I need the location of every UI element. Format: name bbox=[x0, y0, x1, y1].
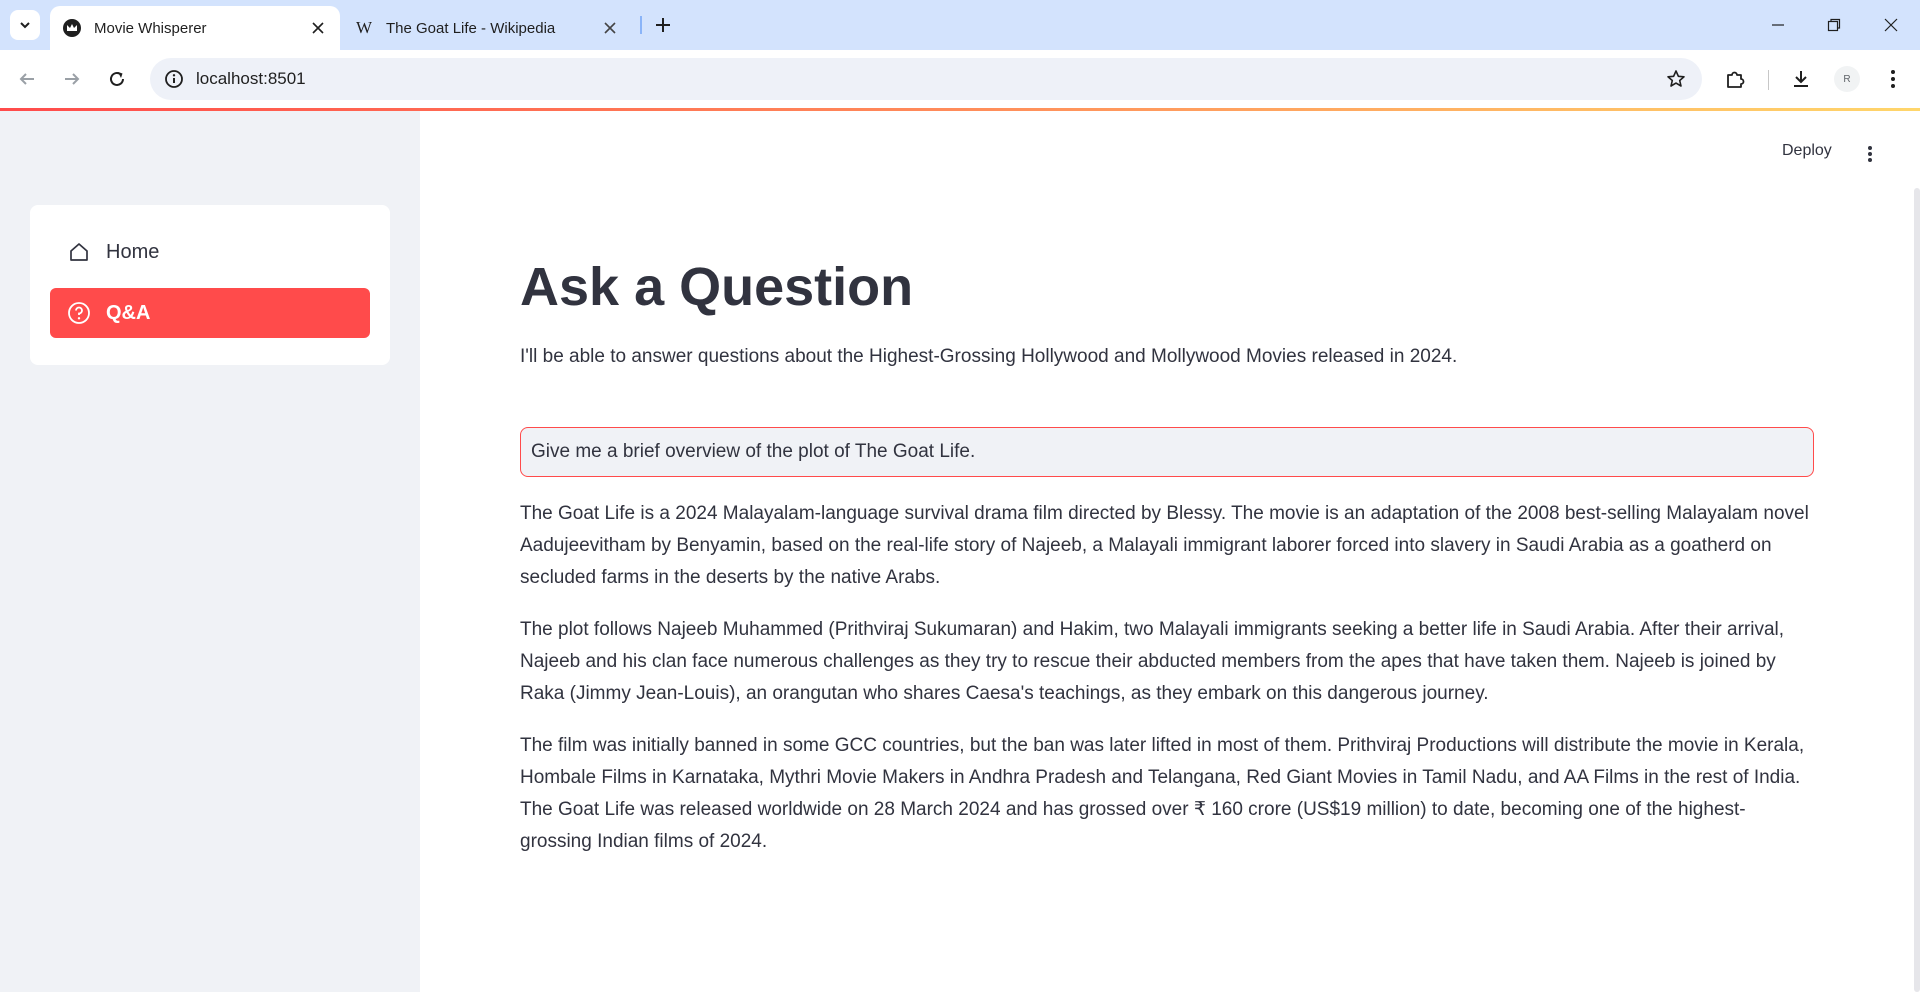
question-input[interactable] bbox=[520, 427, 1814, 477]
close-tab-icon[interactable] bbox=[306, 16, 330, 40]
toolbar-divider bbox=[1768, 70, 1769, 90]
reload-button[interactable] bbox=[100, 62, 134, 96]
tab-movie-whisperer[interactable]: Movie Whisperer bbox=[50, 6, 340, 50]
minimize-icon bbox=[1772, 24, 1784, 26]
arrow-left-icon bbox=[19, 73, 34, 85]
browser-toolbar: localhost:8501 R bbox=[0, 50, 1920, 108]
restore-icon bbox=[1827, 18, 1841, 32]
page-description: I'll be able to answer questions about t… bbox=[520, 346, 1458, 367]
question-circle-icon bbox=[66, 300, 92, 326]
address-bar[interactable]: localhost:8501 bbox=[150, 58, 1702, 100]
url-text: localhost:8501 bbox=[196, 69, 306, 88]
restore-button[interactable] bbox=[1816, 8, 1852, 42]
sidebar-item-label: Q&A bbox=[106, 301, 151, 324]
answer-paragraph: The plot follows Najeeb Muhammed (Prithv… bbox=[520, 619, 1785, 704]
site-info-icon[interactable] bbox=[162, 67, 186, 91]
new-tab-button[interactable] bbox=[650, 12, 676, 38]
home-icon bbox=[66, 239, 92, 265]
close-tab-icon[interactable] bbox=[598, 16, 622, 40]
page-title: Ask a Question bbox=[520, 257, 914, 317]
streamlit-app: Home Q&A Deploy Ask a Question I'll be a… bbox=[0, 108, 1920, 992]
sidebar-item-label: Home bbox=[106, 240, 160, 263]
answer-paragraph: The film was initially banned in some GC… bbox=[520, 735, 1805, 852]
plus-icon bbox=[656, 18, 670, 32]
profile-avatar[interactable]: R bbox=[1834, 66, 1860, 92]
tab-search-button[interactable] bbox=[10, 10, 40, 40]
download-icon bbox=[1794, 71, 1808, 87]
bookmark-star-icon[interactable] bbox=[1664, 67, 1688, 91]
answer-paragraph: The Goat Life is a 2024 Malayalam-langua… bbox=[520, 503, 1809, 588]
streamlit-crown-icon bbox=[62, 18, 82, 38]
close-icon bbox=[1884, 18, 1898, 32]
back-button[interactable] bbox=[10, 62, 44, 96]
chevron-down-icon bbox=[20, 22, 30, 29]
main-scrollbar[interactable] bbox=[1914, 188, 1920, 992]
browser-menu-button[interactable] bbox=[1876, 62, 1910, 96]
sidebar: Home Q&A bbox=[0, 111, 420, 992]
deploy-button[interactable]: Deploy bbox=[1782, 142, 1832, 160]
sidebar-item-home[interactable]: Home bbox=[50, 227, 370, 277]
sidebar-item-qa[interactable]: Q&A bbox=[50, 288, 370, 338]
wikipedia-w-icon: W bbox=[355, 18, 373, 37]
vertical-dots-icon bbox=[1868, 146, 1872, 162]
arrow-right-icon bbox=[65, 73, 80, 85]
minimize-button[interactable] bbox=[1760, 8, 1796, 42]
app-menu-button[interactable] bbox=[1858, 142, 1882, 166]
sidebar-nav-menu: Home Q&A bbox=[30, 205, 390, 365]
vertical-dots-icon bbox=[1891, 70, 1895, 88]
downloads-button[interactable] bbox=[1784, 62, 1818, 96]
reload-icon bbox=[110, 71, 124, 86]
close-window-button[interactable] bbox=[1873, 8, 1909, 42]
tab-divider bbox=[640, 16, 642, 34]
tab-strip: Movie Whisperer W The Goat Life - Wikipe… bbox=[0, 0, 1920, 50]
puzzle-icon bbox=[1727, 71, 1745, 88]
tab-title: The Goat Life - Wikipedia bbox=[386, 19, 556, 37]
tab-title: Movie Whisperer bbox=[94, 19, 207, 37]
tab-goat-life-wikipedia[interactable]: W The Goat Life - Wikipedia bbox=[342, 6, 632, 50]
extensions-button[interactable] bbox=[1718, 62, 1752, 96]
forward-button[interactable] bbox=[55, 62, 89, 96]
